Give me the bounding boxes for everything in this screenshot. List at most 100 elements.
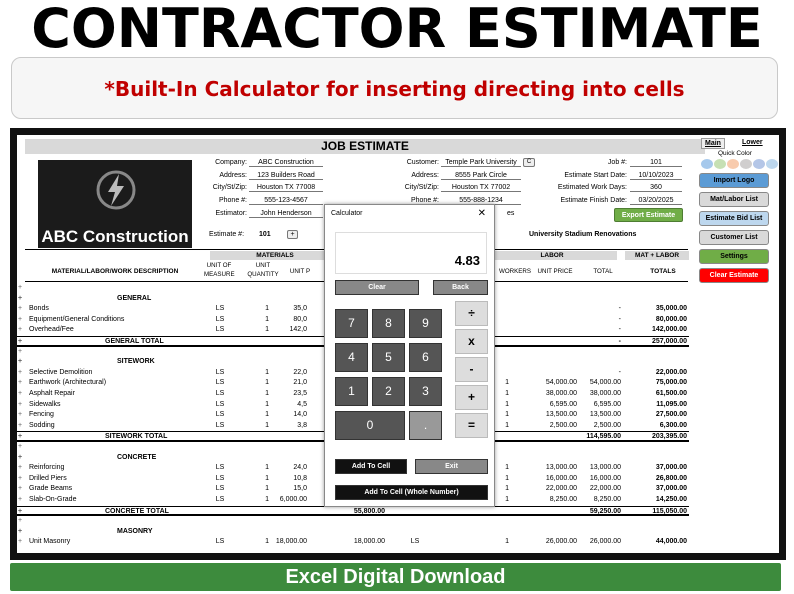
back-button[interactable]: Back — [433, 280, 488, 295]
quick-color-swatch[interactable] — [753, 159, 765, 169]
expand-row-icon[interactable]: + — [18, 325, 22, 336]
cell-lt[interactable]: - — [619, 368, 621, 379]
cell-lp[interactable]: 13,000.00 — [546, 463, 577, 474]
digit-6-button[interactable]: 6 — [409, 343, 442, 372]
expand-row-icon[interactable]: + — [18, 357, 22, 368]
cell-u[interactable]: LS — [213, 474, 227, 485]
expand-row-icon[interactable]: + — [18, 400, 22, 411]
digit-2-button[interactable]: 2 — [372, 377, 405, 406]
settings-button[interactable]: Settings — [699, 249, 769, 264]
cell-u[interactable]: LS — [213, 304, 227, 315]
citystzip-value[interactable]: Houston TX 77008 — [249, 184, 323, 192]
expand-row-icon[interactable]: + — [18, 495, 22, 506]
expand-row-icon[interactable]: + — [18, 389, 22, 400]
expand-row-icon[interactable]: + — [18, 347, 22, 358]
table-row[interactable]: + — [17, 516, 689, 527]
cell-lt[interactable]: 26,000.00 — [590, 537, 621, 548]
cell-lt[interactable]: 13,500.00 — [590, 410, 621, 421]
cell-u[interactable]: LS — [213, 421, 227, 432]
cell-lp[interactable]: 13,500.00 — [546, 410, 577, 421]
customer-lookup-button[interactable]: C — [523, 158, 535, 167]
close-icon[interactable]: ✕ — [478, 208, 486, 219]
cell-d[interactable]: Fencing — [29, 410, 54, 421]
cell-q[interactable]: 1 — [265, 410, 269, 421]
cell-d[interactable]: Reinforcing — [29, 463, 64, 474]
expand-row-icon[interactable]: + — [18, 294, 22, 305]
cell-g[interactable]: 22,000.00 — [656, 368, 687, 379]
cell-d[interactable]: Selective Demolition — [29, 368, 92, 379]
expand-row-icon[interactable]: + — [18, 421, 22, 432]
cell-mt[interactable]: 18,000.00 — [354, 537, 385, 548]
cell-lt[interactable]: 13,000.00 — [590, 463, 621, 474]
mat-labor-list-button[interactable]: Mat/Labor List — [699, 192, 769, 207]
cell-q[interactable]: 1 — [265, 400, 269, 411]
cell-d[interactable]: Sodding — [29, 421, 55, 432]
add-to-cell-button[interactable]: Add To Cell — [335, 459, 407, 474]
clear-button[interactable]: Clear — [335, 280, 419, 295]
cell-p[interactable]: 6,000.00 — [280, 495, 307, 506]
cell-lt[interactable]: 6,595.00 — [594, 400, 621, 411]
cell-lp[interactable]: 16,000.00 — [546, 474, 577, 485]
cell-q[interactable]: 1 — [265, 463, 269, 474]
expand-row-icon[interactable]: + — [18, 463, 22, 474]
digit-9-button[interactable]: 9 — [409, 309, 442, 338]
cell-p[interactable]: 4,5 — [297, 400, 307, 411]
cell-q[interactable]: 1 — [265, 421, 269, 432]
cell-q[interactable]: 1 — [265, 378, 269, 389]
cell-w[interactable]: 1 — [505, 400, 509, 411]
cell-g[interactable]: 11,095.00 — [656, 400, 687, 411]
cell-w[interactable]: 1 — [505, 474, 509, 485]
estimator-value[interactable]: John Henderson — [249, 210, 323, 218]
cell-lt[interactable]: 54,000.00 — [590, 378, 621, 389]
cell-w[interactable]: 1 — [505, 537, 509, 548]
cell-d[interactable]: SITEWORK — [117, 357, 155, 368]
quick-color-swatch[interactable] — [740, 159, 752, 169]
cell-d[interactable]: Grade Beams — [29, 484, 72, 495]
quick-color-swatch[interactable] — [701, 159, 713, 169]
expand-row-icon[interactable]: + — [18, 516, 22, 527]
customer-list-button[interactable]: Customer List — [699, 230, 769, 245]
cell-p[interactable]: 3,8 — [297, 421, 307, 432]
cell-g[interactable]: 37,000.00 — [656, 463, 687, 474]
cell-w[interactable]: 1 — [505, 495, 509, 506]
exit-button[interactable]: Exit — [415, 459, 488, 474]
tab-main[interactable]: Main — [701, 138, 725, 149]
divide-button[interactable]: ÷ — [455, 301, 488, 326]
cell-q[interactable]: 1 — [265, 495, 269, 506]
add-to-cell-whole-button[interactable]: Add To Cell (Whole Number) — [335, 485, 488, 500]
cell-q[interactable]: 1 — [265, 304, 269, 315]
table-row[interactable]: + Unit Masonry LS 1 18,000.00 18,000.00 LS 1 26,… — [17, 537, 689, 548]
table-row[interactable]: + MASONRY — [17, 527, 689, 538]
expand-row-icon[interactable]: + — [18, 378, 22, 389]
cell-lp[interactable]: 54,000.00 — [546, 378, 577, 389]
cell-lt[interactable]: 16,000.00 — [590, 474, 621, 485]
expand-row-icon[interactable]: + — [18, 453, 22, 464]
cell-w[interactable]: 1 — [505, 421, 509, 432]
cell-lp[interactable]: 2,500.00 — [550, 421, 577, 432]
expand-row-icon[interactable]: + — [18, 442, 22, 453]
cell-g[interactable]: 142,000.00 — [652, 325, 687, 336]
cell-lu[interactable]: LS — [408, 537, 422, 548]
cell-d[interactable]: Asphalt Repair — [29, 389, 75, 400]
expand-row-icon[interactable]: + — [18, 474, 22, 485]
estimate-plus-button[interactable]: + — [287, 230, 298, 239]
cell-d[interactable]: Equipment/General Conditions — [29, 315, 124, 326]
customer-value[interactable]: Temple Park University — [441, 159, 521, 167]
cell-q[interactable]: 1 — [265, 537, 269, 548]
cell-d[interactable]: Overhead/Fee — [29, 325, 74, 336]
cell-q[interactable]: 1 — [265, 368, 269, 379]
work-days-value[interactable]: 360 — [630, 184, 682, 192]
digit-3-button[interactable]: 3 — [409, 377, 442, 406]
tab-lower[interactable]: Lower — [739, 138, 766, 147]
cell-p[interactable]: 35,0 — [293, 304, 307, 315]
cell-u[interactable]: LS — [213, 378, 227, 389]
cell-p[interactable]: 18,000.00 — [276, 537, 307, 548]
quick-color-swatch[interactable] — [766, 159, 778, 169]
quick-color-swatch[interactable] — [727, 159, 739, 169]
cell-lt[interactable]: 8,250.00 — [594, 495, 621, 506]
cell-w[interactable]: 1 — [505, 378, 509, 389]
address-value[interactable]: 123 Builders Road — [249, 172, 323, 180]
cell-lt[interactable]: 38,000.00 — [590, 389, 621, 400]
cell-g[interactable]: 35,000.00 — [656, 304, 687, 315]
cell-p[interactable]: 80,0 — [293, 315, 307, 326]
